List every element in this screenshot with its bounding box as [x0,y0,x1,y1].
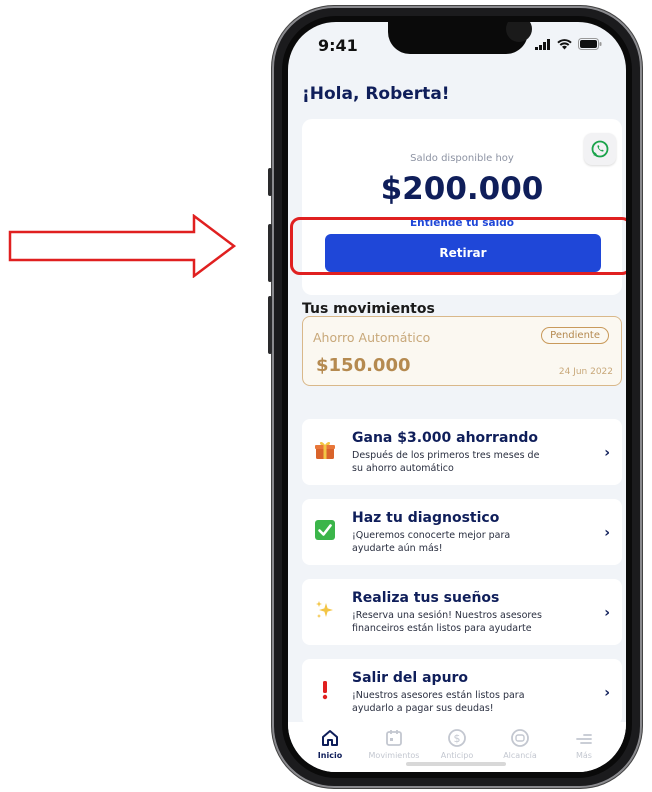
status-time: 9:41 [318,36,358,55]
tab-label: Más [576,751,592,760]
phone-frame: 9:41 ¡Hola, Roberta! Saldo disponible ho… [268,6,642,788]
card-title: Gana $3.000 ahorrando [352,430,539,446]
dollar-icon: $ [448,729,466,747]
tab-label: Anticipo [440,751,474,760]
menu-icon [576,734,592,744]
signal-icon [535,38,550,50]
chevron-right-icon: › [604,685,610,701]
side-button [268,168,272,196]
home-icon [322,730,338,746]
greeting: ¡Hola, Roberta! [302,84,450,104]
chevron-right-icon: › [604,605,610,621]
gift-icon [312,437,338,463]
movement-label: Ahorro Automático [313,330,431,345]
bottom-tab-bar: Inicio Movimientos $ Anticipo Alcancía M… [288,722,626,772]
status-badge: Pendiente [541,327,609,344]
card-title: Realiza tus sueños [352,590,500,606]
tab-anticipo[interactable]: $ Anticipo [427,728,487,760]
status-icons [535,38,602,50]
movements-title: Tus movimientos [302,301,435,317]
app-screen: 9:41 ¡Hola, Roberta! Saldo disponible ho… [288,22,626,772]
tab-alcancia[interactable]: Alcancía [490,728,550,760]
piggy-icon [511,729,529,747]
balance-label: Saldo disponible hoy [410,153,514,164]
check-icon [312,517,338,543]
wifi-icon [557,38,572,49]
card-description: ¡Reserva una sesión! Nuestros asesores f… [352,610,542,634]
movement-item[interactable]: Ahorro Automático Pendiente $150.000 24 … [302,316,622,386]
svg-text:$: $ [454,732,461,745]
tab-label: Inicio [317,751,343,760]
card-description: Después de los primeros tres meses de su… [352,450,540,474]
battery-icon [578,38,602,50]
side-button [268,224,272,282]
notch [388,22,532,54]
tab-mas[interactable]: Más [554,728,614,760]
chevron-right-icon: › [604,445,610,461]
card-description: ¡Queremos conocerte mejor para ayudarte … [352,530,511,554]
withdraw-button[interactable]: Retirar [325,234,601,272]
tab-inicio[interactable]: Inicio [300,728,360,760]
exclamation-icon [312,677,338,703]
promo-card-apuro[interactable]: Salir del apuro ¡Nuestros asesores están… [302,659,622,725]
card-title: Haz tu diagnostico [352,510,500,526]
tab-movimientos[interactable]: Movimientos [364,728,424,760]
movement-date: 24 Jun 2022 [558,367,613,377]
sparkles-icon [312,597,338,623]
card-description: ¡Nuestros asesores están listos para ayu… [352,690,525,714]
movement-amount: $150.000 [316,355,411,376]
whatsapp-button[interactable] [584,133,616,165]
annotation-arrow [8,214,236,278]
whatsapp-icon [591,140,609,158]
promo-card-diagnostico[interactable]: Haz tu diagnostico ¡Queremos conocerte m… [302,499,622,565]
promo-card-suenos[interactable]: Realiza tus sueños ¡Reserva una sesión! … [302,579,622,645]
promo-card-ahorro[interactable]: Gana $3.000 ahorrando Después de los pri… [302,419,622,485]
balance-amount: $200.000 [380,171,544,207]
calendar-icon [386,730,402,746]
tab-label: Alcancía [503,751,537,760]
card-title: Salir del apuro [352,670,469,686]
tab-label: Movimientos [368,751,420,760]
side-button [268,296,272,354]
chevron-right-icon: › [604,525,610,541]
home-indicator [406,762,506,766]
camera [500,22,536,54]
